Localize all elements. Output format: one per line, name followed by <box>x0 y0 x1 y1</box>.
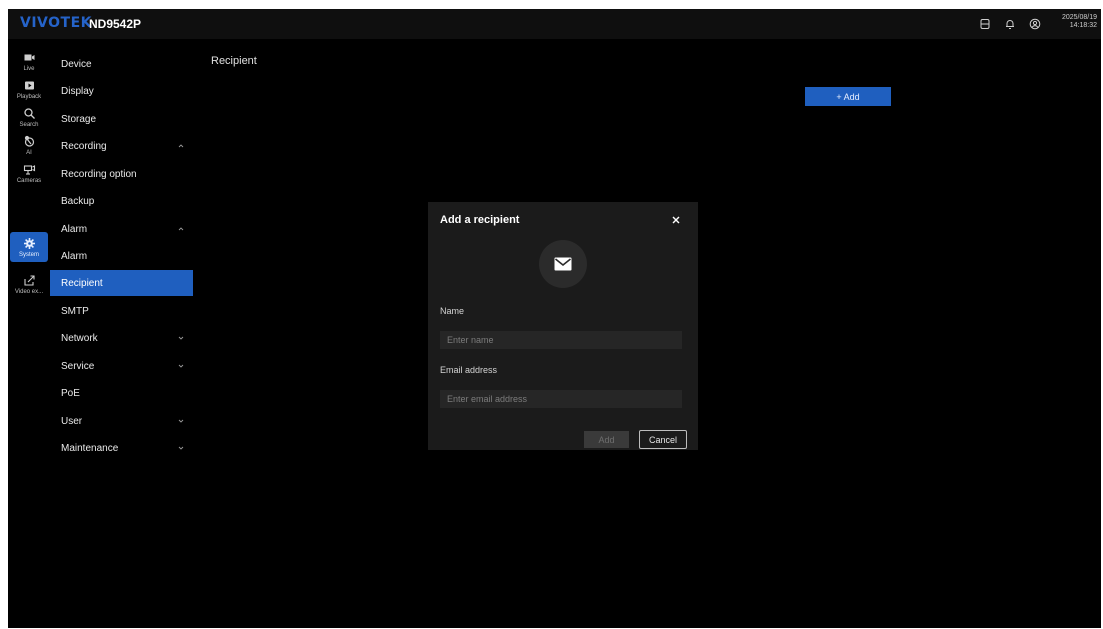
menu-item-label: Service <box>61 360 95 372</box>
menu-item-smtp[interactable]: SMTP <box>50 298 193 324</box>
rail-item-playback[interactable]: Playback <box>10 76 48 103</box>
menu-item-label: Alarm <box>61 223 88 235</box>
dialog-cancel-button[interactable]: Cancel <box>639 430 687 449</box>
rail-item-system[interactable]: System <box>10 232 48 262</box>
rail-item-live[interactable]: Live <box>10 48 48 75</box>
search-icon <box>23 108 35 119</box>
chevron-up-icon <box>178 144 184 148</box>
menu-group-recording[interactable]: Recording <box>50 133 193 159</box>
menu-item-label: Network <box>61 332 98 344</box>
menu-item-display[interactable]: Display <box>50 78 193 104</box>
play-icon <box>24 81 34 90</box>
menu-item-label: Alarm <box>61 250 88 262</box>
name-input[interactable] <box>440 331 682 349</box>
menu-group-alarm[interactable]: Alarm <box>50 216 193 242</box>
menu-item-label: Maintenance <box>61 442 119 454</box>
menu-item-label: SMTP <box>61 305 89 317</box>
menu-group-network[interactable]: Network <box>50 325 193 351</box>
menu-item-poe[interactable]: PoE <box>50 380 193 406</box>
top-bar: VIVOTEK ND9542P 2025/08/19 14:18:32 <box>8 9 1101 39</box>
menu-item-label: PoE <box>61 387 80 399</box>
menu-item-label: Recipient <box>61 277 103 289</box>
rail-item-video-export[interactable]: Video ex... <box>10 271 48 298</box>
menu-item-label: Display <box>61 85 94 97</box>
rail-label: Video ex... <box>14 289 44 295</box>
menu-item-label: User <box>61 415 83 427</box>
chevron-down-icon <box>178 336 184 340</box>
menu-group-service[interactable]: Service <box>50 353 193 379</box>
menu-item-alarm[interactable]: Alarm <box>50 243 193 269</box>
video-camera-icon <box>24 54 34 61</box>
dialog-title: Add a recipient <box>440 214 520 226</box>
user-icon[interactable] <box>1027 16 1043 32</box>
device-model: ND9542P <box>89 17 142 31</box>
chevron-down-icon <box>178 364 184 368</box>
menu-item-recipient[interactable]: Recipient <box>50 270 193 296</box>
menu-item-backup[interactable]: Backup <box>50 188 193 214</box>
rail-label: System <box>18 251 39 258</box>
vivotek-logo: VIVOTEK <box>20 15 92 31</box>
date-time: 2025/08/19 14:18:32 <box>1062 14 1097 30</box>
email-input[interactable] <box>440 390 682 408</box>
rail-item-search[interactable]: Search <box>10 104 48 131</box>
menu-item-label: Backup <box>61 195 95 207</box>
dialog-add-button[interactable]: Add <box>584 431 629 448</box>
date-text: 2025/08/19 <box>1061 14 1097 21</box>
chevron-down-icon <box>178 446 184 450</box>
menu-item-label: Recording <box>61 140 107 152</box>
menu-group-user[interactable]: User <box>50 408 193 434</box>
rail-label: AI <box>26 150 32 156</box>
rail-label: Search <box>19 122 39 128</box>
menu-group-maintenance[interactable]: Maintenance <box>50 435 193 461</box>
rail-item-cameras[interactable]: Cameras <box>10 160 48 187</box>
chevron-up-icon <box>178 227 184 231</box>
menu-item-recording-option[interactable]: Recording option <box>50 161 193 187</box>
bell-icon[interactable] <box>1002 16 1018 32</box>
page-title: Recipient <box>211 55 257 67</box>
nav-rail: Live Playback Search AI Cameras System V… <box>8 39 50 628</box>
menu-item-label: Storage <box>61 113 97 125</box>
rail-label: Playback <box>16 94 42 100</box>
menu-item-label: Recording option <box>61 168 137 180</box>
menu-item-label: Device <box>61 58 92 70</box>
add-recipient-button[interactable]: + Add <box>805 87 891 106</box>
rail-item-ai[interactable]: AI <box>10 132 48 159</box>
chevron-down-icon <box>178 419 184 423</box>
rail-label: Live <box>23 66 35 72</box>
rail-label: Cameras <box>16 178 42 184</box>
gear-icon <box>23 237 35 249</box>
cameras-icon <box>23 165 35 175</box>
mail-icon <box>539 240 587 288</box>
ai-icon <box>24 135 34 147</box>
email-label: Email address <box>440 365 498 375</box>
storage-icon[interactable] <box>977 16 993 32</box>
export-icon <box>23 275 35 286</box>
app-window: VIVOTEK ND9542P 2025/08/19 14:18:32 Live <box>8 9 1101 628</box>
close-icon[interactable] <box>669 213 683 227</box>
name-label: Name <box>440 306 465 316</box>
menu-item-storage[interactable]: Storage <box>50 106 193 132</box>
add-recipient-dialog: Add a recipient Name Email address Add C… <box>428 202 698 450</box>
menu-item-device[interactable]: Device <box>50 51 193 77</box>
time-text: 14:18:32 <box>1069 22 1097 29</box>
